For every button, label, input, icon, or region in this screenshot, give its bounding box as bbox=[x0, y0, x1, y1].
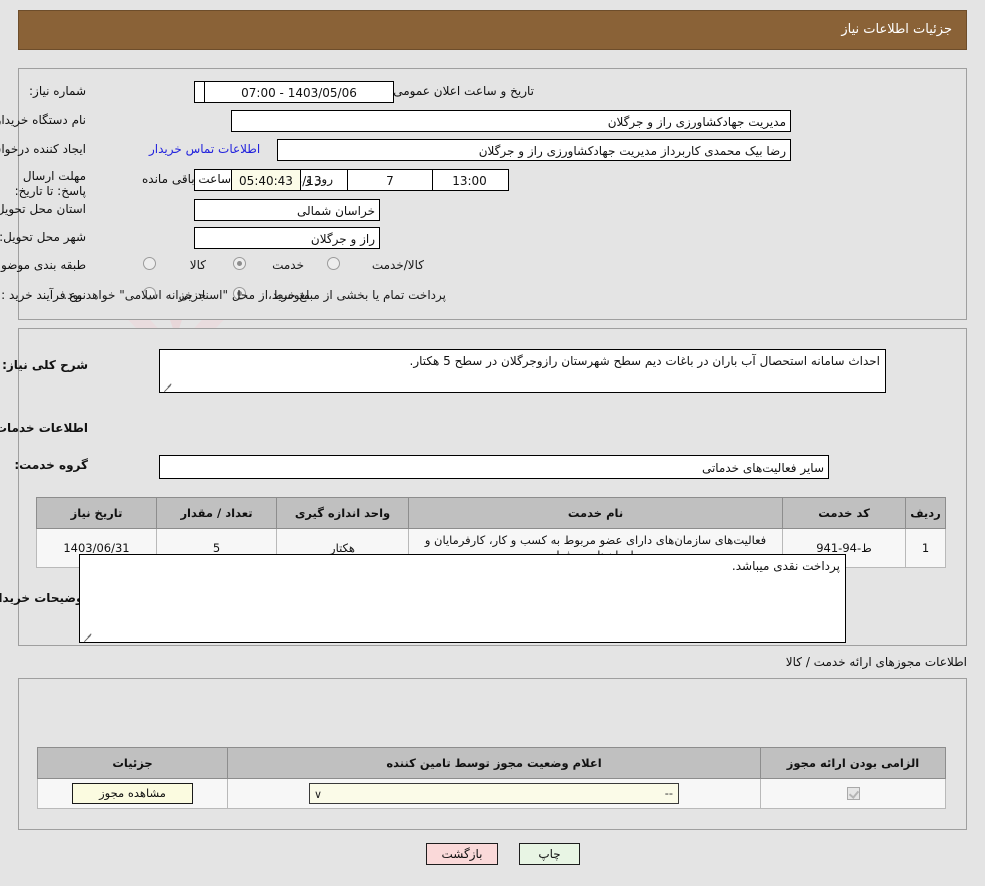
buyer-organisation-value: مدیریت جهادکشاورزی راز و جرگلان bbox=[231, 110, 791, 132]
radio-category-kala-khedmat[interactable] bbox=[327, 257, 340, 270]
need-number-label: شماره نیاز: bbox=[29, 84, 86, 98]
radio-category-khedmat-label: خدمت bbox=[272, 258, 304, 272]
services-section-title: اطلاعات خدمات مورد نیاز bbox=[0, 421, 88, 435]
services-col-name: نام خدمت bbox=[409, 498, 783, 529]
deadline-hour-value: 13:00 bbox=[430, 169, 509, 191]
services-table-header-row: ردیف کد خدمت نام خدمت واحد اندازه گیری ت… bbox=[37, 498, 946, 529]
radio-category-kala[interactable] bbox=[143, 257, 156, 270]
need-summary-panel: شماره نیاز: 1103003323000013 تاریخ و ساع… bbox=[18, 68, 967, 320]
view-permit-button[interactable]: مشاهده مجوز bbox=[72, 783, 193, 804]
services-col-unit: واحد اندازه گیری bbox=[277, 498, 409, 529]
buyer-notes-textarea[interactable]: پرداخت نقدی میباشد. bbox=[79, 554, 846, 643]
permits-col-required: الزامی بودن ارائه مجوز bbox=[761, 748, 946, 779]
buyer-organisation-label: نام دستگاه خریدار: bbox=[0, 113, 86, 127]
general-description-label: شرح کلی نیاز: bbox=[2, 358, 88, 372]
radio-category-khedmat[interactable] bbox=[233, 257, 246, 270]
delivery-city-label: شهر محل تحویل: bbox=[0, 230, 86, 244]
remaining-time-suffix: ساعت باقی مانده bbox=[142, 172, 231, 186]
permits-panel: الزامی بودن ارائه مجوز اعلام وضعیت مجوز … bbox=[18, 678, 967, 830]
service-group-label: گروه خدمت: bbox=[14, 458, 88, 472]
days-and-label: روز و bbox=[306, 172, 333, 186]
general-description-textarea[interactable]: احداث سامانه استحصال آب باران در باغات د… bbox=[159, 349, 886, 393]
subject-category-label: طبقه بندی موضوعی: bbox=[0, 258, 86, 272]
services-col-date: تاریخ نیاز bbox=[37, 498, 157, 529]
permit-status-cell: ∨ -- bbox=[228, 779, 761, 809]
resize-grip-icon[interactable] bbox=[83, 630, 93, 640]
table-row: ∨ -- مشاهده مجوز bbox=[38, 779, 946, 809]
request-creator-label: ایجاد کننده درخواست: bbox=[0, 142, 86, 156]
announcement-datetime-label: تاریخ و ساعت اعلان عمومی: bbox=[389, 84, 534, 98]
treasury-documents-note: پرداخت تمام یا بخشی از مبلغ خرید،از محل … bbox=[63, 288, 446, 302]
permits-col-details: جزئیات bbox=[38, 748, 228, 779]
delivery-province-value: خراسان شمالی bbox=[194, 199, 380, 221]
delivery-province-label: استان محل تحویل: bbox=[0, 202, 86, 216]
page-title: جزئیات اطلاعات نیاز bbox=[841, 22, 952, 37]
page-title-bar: جزئیات اطلاعات نیاز bbox=[18, 10, 967, 50]
buyer-notes-label: توضیحات خریدار: bbox=[0, 591, 88, 605]
radio-category-kala-label: کالا bbox=[190, 258, 206, 272]
need-details-panel: شرح کلی نیاز: احداث سامانه استحصال آب با… bbox=[18, 328, 967, 646]
request-creator-value: رضا بیک محمدی کاربرداز مدیریت جهادکشاورز… bbox=[277, 139, 791, 161]
resize-grip-icon[interactable] bbox=[163, 380, 173, 390]
permits-col-status: اعلام وضعیت مجوز توسط تامین کننده bbox=[228, 748, 761, 779]
delivery-city-value: راز و جرگلان bbox=[194, 227, 380, 249]
print-button[interactable]: چاپ bbox=[519, 843, 580, 865]
service-group-value: سایر فعالیت‌های خدماتی bbox=[159, 455, 829, 479]
remaining-time-value: 05:40:43 bbox=[231, 169, 301, 191]
services-col-row: ردیف bbox=[906, 498, 946, 529]
permit-details-cell: مشاهده مجوز bbox=[38, 779, 228, 809]
services-col-code: کد خدمت bbox=[783, 498, 906, 529]
permits-section-title: اطلاعات مجوزهای ارائه خدمت / کالا bbox=[786, 655, 967, 669]
remaining-days-value: 7 bbox=[347, 169, 433, 191]
buyer-notes-value: پرداخت نقدی میباشد. bbox=[732, 559, 840, 573]
general-description-value: احداث سامانه استحصال آب باران در باغات د… bbox=[410, 354, 881, 368]
permit-status-selected-value: -- bbox=[665, 786, 673, 800]
service-row-index: 1 bbox=[906, 529, 946, 568]
permits-table: الزامی بودن ارائه مجوز اعلام وضعیت مجوز … bbox=[37, 747, 946, 809]
radio-category-kala-khedmat-label: کالا/خدمت bbox=[372, 258, 424, 272]
permit-required-cell bbox=[761, 779, 946, 809]
announcement-datetime-value: 1403/05/06 - 07:00 bbox=[204, 81, 394, 103]
buyer-contact-link[interactable]: اطلاعات تماس خریدار bbox=[149, 142, 260, 156]
permit-status-select[interactable]: ∨ -- bbox=[309, 783, 679, 804]
chevron-down-icon: ∨ bbox=[314, 785, 322, 804]
response-deadline-label: مهلت ارسال پاسخ: تا تاریخ: bbox=[0, 169, 86, 199]
services-col-qty: تعداد / مقدار bbox=[157, 498, 277, 529]
back-button[interactable]: بازگشت bbox=[426, 843, 498, 865]
permits-table-header-row: الزامی بودن ارائه مجوز اعلام وضعیت مجوز … bbox=[38, 748, 946, 779]
permit-required-checkbox bbox=[847, 787, 860, 800]
